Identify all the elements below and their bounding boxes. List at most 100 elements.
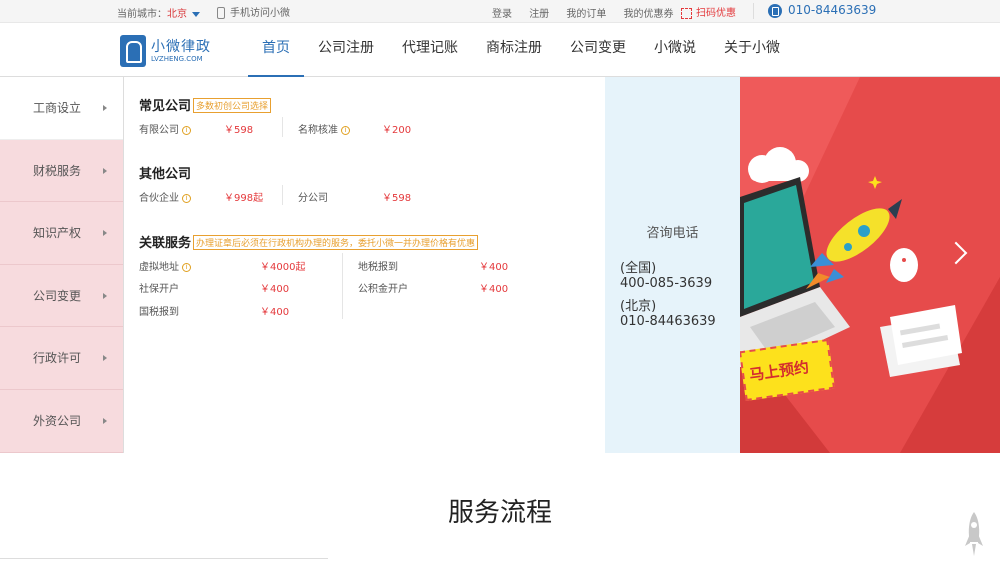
consult-national-phone[interactable]: 400-085-3639 <box>620 276 712 291</box>
service-price: ￥400 <box>260 307 290 318</box>
service-label: 合伙企业 <box>139 193 179 204</box>
sidebar-item-business-setup[interactable]: 工商设立 <box>0 77 123 140</box>
consult-region-label: (全国) <box>620 261 657 276</box>
nav-about[interactable]: 关于小微 <box>710 23 794 77</box>
chevron-right-icon <box>103 355 107 362</box>
service-item[interactable]: 社保开户 <box>139 280 179 295</box>
phone-icon <box>768 3 782 18</box>
service-item[interactable]: 地税报到 <box>358 258 398 273</box>
section-title: 服务流程 <box>447 498 552 528</box>
topbar-divider <box>753 3 754 19</box>
login-link[interactable]: 登录 <box>492 9 512 20</box>
service-price: ￥598 <box>224 125 254 136</box>
service-price: ￥998起 <box>224 193 264 204</box>
banner-illustration <box>740 77 1000 453</box>
service-item[interactable]: 分公司 <box>298 189 328 204</box>
divider <box>342 253 343 319</box>
sidebar-item-label: 公司变更 <box>33 288 82 303</box>
group-title: 关联服务 <box>139 236 192 251</box>
service-item[interactable]: 国税报到 <box>139 303 179 318</box>
my-orders-link[interactable]: 我的订单 <box>566 9 606 20</box>
nav-company-change[interactable]: 公司变更 <box>556 23 640 77</box>
nav-trademark[interactable]: 商标注册 <box>472 23 556 77</box>
category-panel: 常见公司 多数初创公司选择 有限公司 i ￥598 名称核准 i ￥200 其他公司 … <box>124 77 605 453</box>
service-price: ￥400 <box>260 284 290 295</box>
sidebar-item-label: 外资公司 <box>33 413 82 428</box>
group-tag: 办理证章后必须在行政机构办理的服务，委托小微一并办理价格有优惠 <box>193 235 479 250</box>
sidebar-item-label: 财税服务 <box>33 163 82 178</box>
service-label: 有限公司 <box>139 125 179 136</box>
nav-blog[interactable]: 小微说 <box>640 23 710 77</box>
sidebar-item-ip[interactable]: 知识产权 <box>0 202 123 265</box>
sidebar-item-admin-license[interactable]: 行政许可 <box>0 327 123 390</box>
section-divider <box>0 558 328 559</box>
group-title: 其他公司 <box>139 167 192 182</box>
sidebar-item-tax[interactable]: 财税服务 <box>0 139 123 203</box>
consult-region-label: (北京) <box>620 299 657 314</box>
service-item[interactable]: 有限公司 i <box>139 121 191 136</box>
mobile-link[interactable]: 手机访问小微 <box>217 4 290 19</box>
qr-scan-icon <box>681 7 692 19</box>
scan-offer-label: 扫码优惠 <box>696 8 736 19</box>
chevron-right-icon <box>103 105 107 111</box>
sidebar-item-label: 知识产权 <box>33 226 82 241</box>
nav-bookkeeping[interactable]: 代理记账 <box>388 23 472 77</box>
chevron-right-icon <box>103 292 107 299</box>
my-coupons-link[interactable]: 我的优惠券 <box>624 9 674 20</box>
main-header: 小微律政 LVZHENG.COM 首页 公司注册 代理记账 商标注册 公司变更 … <box>0 23 1000 77</box>
rocket-back-to-top-icon[interactable] <box>965 512 983 558</box>
chevron-right-icon <box>103 230 107 237</box>
sidebar-item-company-change[interactable]: 公司变更 <box>0 264 123 328</box>
info-icon[interactable]: i <box>341 125 350 135</box>
service-label: 国税报到 <box>139 307 179 318</box>
promo-banner[interactable]: 马上预约 <box>740 77 1000 453</box>
divider <box>282 185 283 205</box>
city-selector[interactable]: 当前城市：北京 <box>117 5 200 20</box>
book-now-label: 马上预约 <box>748 358 811 385</box>
service-label: 地税报到 <box>358 262 398 273</box>
logo-book-icon <box>120 35 146 67</box>
mobile-phone-icon <box>217 7 225 19</box>
sidebar-item-foreign[interactable]: 外资公司 <box>0 389 123 453</box>
site-logo[interactable]: 小微律政 LVZHENG.COM <box>120 35 212 69</box>
service-label: 社保开户 <box>139 284 179 295</box>
service-label: 虚拟地址 <box>139 262 179 273</box>
scan-offer-link[interactable]: 扫码优惠 <box>681 4 736 19</box>
info-icon[interactable]: i <box>182 262 191 272</box>
service-label: 公积金开户 <box>358 284 408 295</box>
chevron-right-icon <box>103 167 107 174</box>
group-related: 关联服务 办理证章后必须在行政机构办理的服务，委托小微一并办理价格有优惠 <box>139 232 479 251</box>
top-phone: 010-84463639 <box>768 3 876 18</box>
nav-home[interactable]: 首页 <box>248 23 304 77</box>
service-price: ￥4000起 <box>260 262 306 273</box>
main-nav: 首页 公司注册 代理记账 商标注册 公司变更 小微说 关于小微 <box>248 23 794 77</box>
info-icon[interactable]: i <box>182 193 191 203</box>
group-common: 常见公司 多数初创公司选择 <box>139 95 272 114</box>
consult-box: 咨询电话 (全国) 400-085-3639 (北京) 010-84463639 <box>605 77 740 453</box>
register-link[interactable]: 注册 <box>529 9 549 20</box>
service-item[interactable]: 公积金开户 <box>358 280 408 295</box>
sidebar-item-label: 行政许可 <box>33 351 82 366</box>
group-title: 常见公司 <box>139 99 192 114</box>
mobile-link-label: 手机访问小微 <box>230 8 290 19</box>
consult-title: 咨询电话 <box>646 226 699 241</box>
nav-company-registration[interactable]: 公司注册 <box>304 23 388 77</box>
service-label: 名称核准 <box>298 125 338 136</box>
service-price: ￥200 <box>382 125 412 136</box>
info-icon[interactable]: i <box>182 125 191 135</box>
service-item[interactable]: 虚拟地址 i <box>139 258 191 273</box>
logo-name: 小微律政 <box>151 39 211 55</box>
group-tag: 多数初创公司选择 <box>193 98 272 113</box>
city-name[interactable]: 北京 <box>167 9 187 20</box>
divider <box>282 117 283 137</box>
logo-domain: LVZHENG.COM <box>151 55 203 63</box>
chevron-right-icon <box>103 417 107 424</box>
top-phone-number: 010-84463639 <box>788 3 877 17</box>
account-links: 登录 注册 我的订单 我的优惠券 <box>492 5 688 20</box>
consult-beijing-phone[interactable]: 010-84463639 <box>620 314 716 329</box>
caret-down-icon[interactable] <box>192 11 200 17</box>
sidebar-item-label: 工商设立 <box>33 101 82 115</box>
service-item[interactable]: 名称核准 i <box>298 121 350 136</box>
service-item[interactable]: 合伙企业 i <box>139 189 191 204</box>
category-sidebar: 工商设立 财税服务 知识产权 公司变更 行政许可 外资公司 <box>0 77 124 453</box>
